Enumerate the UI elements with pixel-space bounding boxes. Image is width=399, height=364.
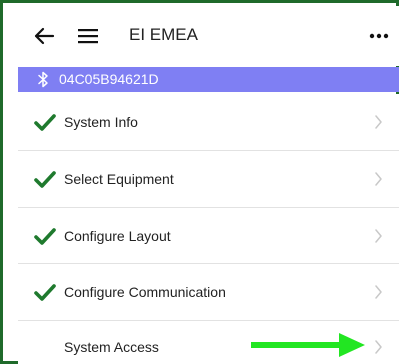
chevron-right-icon	[374, 172, 383, 186]
menu-item-label: Configure Communication	[64, 284, 226, 300]
highlight-arrow-icon	[251, 332, 367, 358]
chevron-right-icon	[374, 285, 383, 299]
menu-item-label: Configure Layout	[64, 228, 171, 244]
menu-item-system-info[interactable]: System Info	[18, 94, 399, 150]
menu-item-configure-communication[interactable]: Configure Communication	[18, 264, 399, 320]
menu-item-label: Select Equipment	[64, 171, 174, 187]
checkmark-icon	[34, 228, 56, 245]
hamburger-menu-icon[interactable]	[77, 28, 99, 44]
menu-item-label: System Access	[64, 339, 159, 355]
device-id: 04C05B94621D	[59, 71, 159, 87]
checkmark-icon	[34, 171, 56, 188]
checkmark-icon	[34, 284, 56, 301]
bluetooth-icon	[37, 71, 49, 88]
page-title: EI EMEA	[129, 25, 198, 44]
app-window: EI EMEA 04C05B94621D System Info Select …	[0, 0, 399, 364]
chevron-right-icon	[374, 340, 383, 354]
menu-item-select-equipment[interactable]: Select Equipment	[18, 151, 399, 207]
checkmark-icon	[34, 114, 56, 131]
back-arrow-icon[interactable]	[33, 26, 55, 46]
top-app-bar: EI EMEA	[6, 6, 399, 66]
chevron-right-icon	[374, 115, 383, 129]
more-options-icon[interactable]	[368, 26, 390, 46]
connected-device-bar: 04C05B94621D	[18, 67, 399, 92]
menu-item-configure-layout[interactable]: Configure Layout	[18, 208, 399, 264]
chevron-right-icon	[374, 229, 383, 243]
menu-item-label: System Info	[64, 114, 138, 130]
